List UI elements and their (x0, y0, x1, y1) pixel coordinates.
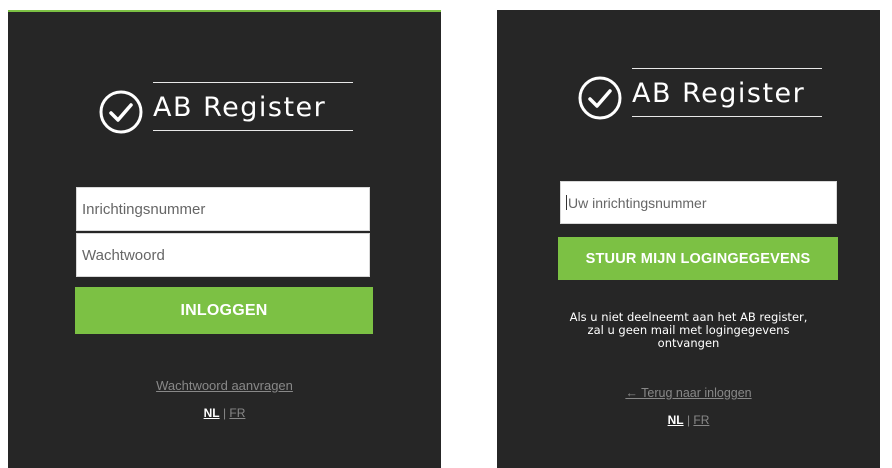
logo-rule-bottom (153, 130, 353, 131)
check-circle-icon (578, 76, 622, 120)
username-placeholder: Inrichtingsnummer (82, 200, 206, 218)
brand-logo: AB Register (98, 82, 358, 142)
lang-separator: | (222, 406, 227, 420)
language-switcher: NL | FR (8, 406, 441, 420)
login-panel: AB Register Inrichtingsnummer Wachtwoord… (8, 10, 441, 468)
lang-fr-link[interactable]: FR (693, 413, 709, 427)
notice-line-3: ontvangen (657, 336, 720, 350)
establishment-number-input[interactable]: Uw inrichtingsnummer (560, 181, 837, 224)
logo-rule-top (153, 82, 353, 83)
forgot-password-link[interactable]: Wachtwoord aanvragen (8, 378, 441, 393)
lang-nl-link[interactable]: NL (668, 413, 684, 427)
lang-fr-link[interactable]: FR (229, 406, 245, 420)
text-caret (566, 195, 567, 210)
password-placeholder: Wachtwoord (82, 246, 165, 264)
brand-name: AB Register (632, 78, 806, 109)
establishment-number-placeholder: Uw inrichtingsnummer (568, 194, 707, 211)
logo-rule-top (632, 68, 822, 69)
brand-name: AB Register (153, 92, 327, 123)
logo-rule-bottom (632, 116, 822, 117)
check-circle-icon (99, 90, 143, 134)
brand-logo: AB Register (577, 68, 837, 128)
password-input[interactable]: Wachtwoord (76, 233, 370, 277)
send-credentials-button[interactable]: STUUR MIJN LOGINGEGEVENS (558, 237, 838, 280)
forgot-panel: AB Register Uw inrichtingsnummer STUUR M… (497, 10, 880, 468)
lang-nl-link[interactable]: NL (204, 406, 220, 420)
login-button[interactable]: INLOGGEN (75, 287, 373, 334)
language-switcher: NL | FR (497, 413, 880, 427)
lang-separator: | (686, 413, 691, 427)
notice-text: Als u niet deelneemt aan het AB register… (497, 311, 880, 350)
back-to-login-link[interactable]: ← Terug naar inloggen (497, 386, 880, 400)
username-input[interactable]: Inrichtingsnummer (76, 187, 370, 231)
